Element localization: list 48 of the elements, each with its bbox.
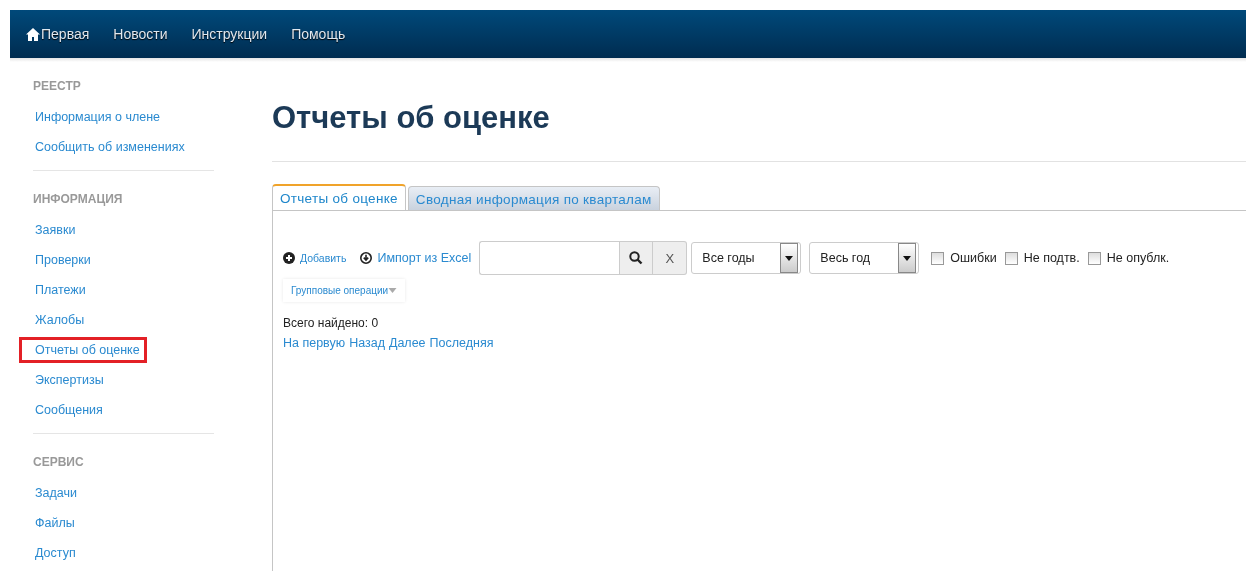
clear-button[interactable]: X [653,241,688,275]
total-count: Всего найдено: 0 [283,316,380,330]
checkbox-label: Ошибки [950,251,997,265]
sidebar-item[interactable]: Сообщения [19,397,110,423]
nav-link[interactable]: Инструкции [191,26,268,42]
search-button[interactable] [619,241,654,275]
nav-link[interactable]: Помощь [291,26,346,42]
nav-link[interactable]: Новости [113,26,168,42]
group-operations-dropdown[interactable]: Групповые операции [283,279,406,302]
home-icon [26,27,40,41]
caret-icon [903,255,912,261]
pager-link[interactable]: Последняя [429,336,494,350]
nav-link[interactable]: Первая [26,26,90,42]
pager-link[interactable]: Назад [349,336,385,350]
tab[interactable]: Сводная информация по кварталам [407,186,660,210]
year-select[interactable]: Все годы [691,242,802,274]
year-select[interactable]: Весь год [809,242,920,274]
sidebar-item[interactable]: Проверки [19,247,98,273]
caret-icon [785,255,794,261]
import-link[interactable]: Импорт из Excel [360,251,472,265]
sidebar-item[interactable]: Платежи [19,277,93,303]
sidebar-item[interactable]: Заявки [19,217,83,243]
pager-link[interactable]: Далее [388,336,426,350]
sidebar-heading: РЕЕСТР [33,78,82,94]
checkbox[interactable] [1004,251,1018,265]
checkbox[interactable] [931,251,945,265]
sidebar-item[interactable]: Информация о члене [19,104,168,130]
sidebar-item[interactable]: Жалобы [19,307,92,333]
sidebar-heading: СЕРВИС [33,454,85,470]
plus-circle-icon [283,252,295,264]
search-field[interactable] [479,241,620,275]
pager-link[interactable]: На первую [283,336,346,350]
sidebar-item[interactable]: Сообщить об изменениях [19,134,192,160]
search-icon [629,251,644,265]
sidebar-item[interactable]: Отчеты об оценке [19,337,147,363]
tab[interactable]: Отчеты об оценке [272,184,406,210]
caret-icon [388,288,398,293]
checkbox-label: Не подтв. [1023,251,1080,265]
page-title: Отчеты об оценке [272,100,551,137]
sidebar-item[interactable]: Задачи [19,480,84,506]
sidebar-heading: ИНФОРМАЦИЯ [33,191,124,207]
sidebar-item[interactable]: Доступ [19,540,83,566]
sidebar-item[interactable]: Файлы [19,510,82,536]
checkbox[interactable] [1087,251,1101,265]
download-circle-icon [360,252,373,264]
add-link[interactable]: Добавить [283,252,347,264]
sidebar-item[interactable]: Экспертизы [19,367,111,393]
checkbox-label: Не опублк. [1106,251,1170,265]
